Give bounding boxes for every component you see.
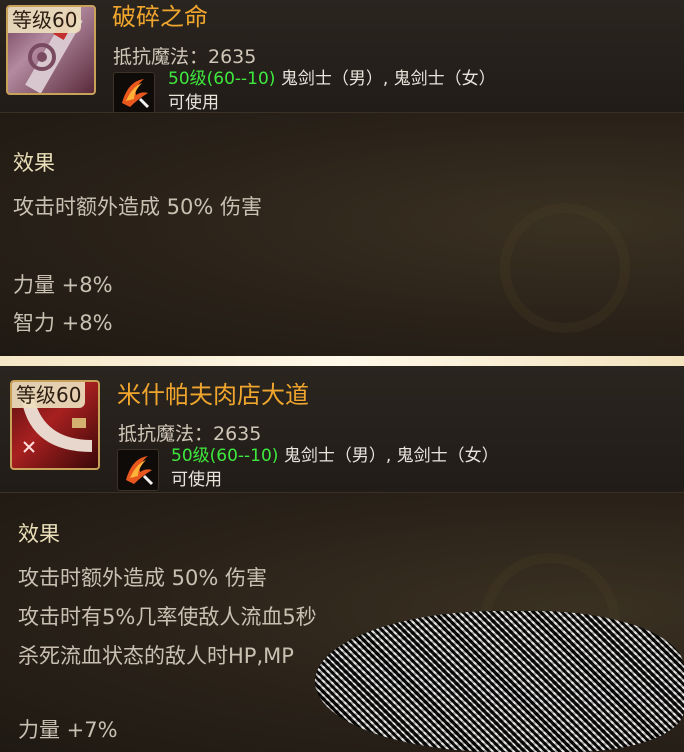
watermark-emblem bbox=[500, 203, 630, 333]
tooltip-header: 等级60 抵抗魔法：2635 50级(60--10) 鬼剑士（男）, 鬼剑士（女… bbox=[0, 366, 684, 492]
requirement-line: 50级(60--10) 鬼剑士（男）, 鬼剑士（女） bbox=[168, 69, 496, 89]
effect-title: 效果 bbox=[13, 151, 55, 175]
effect-line: 攻击时额外造成 50% 伤害 bbox=[18, 566, 268, 590]
usable-label: 可使用 bbox=[171, 470, 222, 490]
requirement-level: 50级(60--10) bbox=[168, 69, 276, 89]
effect-line: 攻击时有5%几率使敌人流血5秒 bbox=[18, 605, 317, 629]
tooltip-header: 等级60 破碎之命 抵抗魔法：2635 50级(60--10) 鬼剑士（男）, … bbox=[0, 0, 684, 114]
effect-title: 效果 bbox=[18, 522, 60, 546]
effect-line: 杀死流血状态的敌人时HP,MP bbox=[18, 644, 294, 668]
slayer-class-icon bbox=[117, 449, 159, 491]
requirement-level: 50级(60--10) bbox=[171, 446, 279, 466]
level-badge: 等级60 bbox=[12, 382, 86, 408]
item-name: 米什帕夫肉店大道 bbox=[117, 381, 309, 409]
item-tooltip-card: 等级60 破碎之命 抵抗魔法：2635 50级(60--10) 鬼剑士（男）, … bbox=[0, 0, 684, 356]
item-name: 破碎之命 bbox=[112, 3, 208, 31]
stat-bonus: 力量 +7% bbox=[18, 718, 118, 742]
item-tooltip-card: 等级60 抵抗魔法：2635 50级(60--10) 鬼剑士（男）, 鬼剑士（女… bbox=[0, 366, 684, 752]
curved-blade-weapon-icon[interactable]: 等级60 bbox=[10, 380, 100, 470]
stat-bonus: 智力 +8% bbox=[13, 311, 113, 335]
noise-overlay bbox=[315, 611, 684, 752]
requirement-line: 50级(60--10) 鬼剑士（男）, 鬼剑士（女） bbox=[171, 446, 499, 466]
effect-line: 攻击时额外造成 50% 伤害 bbox=[13, 195, 263, 219]
card-separator bbox=[0, 356, 684, 366]
usable-label: 可使用 bbox=[168, 93, 219, 113]
requirement-classes: 鬼剑士（男）, 鬼剑士（女） bbox=[278, 446, 499, 466]
stat-bonus: 力量 +8% bbox=[13, 273, 113, 297]
requirement-classes: 鬼剑士（男）, 鬼剑士（女） bbox=[275, 69, 496, 89]
slayer-class-icon bbox=[113, 72, 155, 114]
magic-resist-stat: 抵抗魔法：2635 bbox=[118, 423, 262, 445]
hammer-weapon-icon[interactable]: 等级60 bbox=[6, 5, 96, 95]
magic-resist-stat: 抵抗魔法：2635 bbox=[113, 46, 257, 68]
level-badge: 等级60 bbox=[8, 7, 82, 33]
